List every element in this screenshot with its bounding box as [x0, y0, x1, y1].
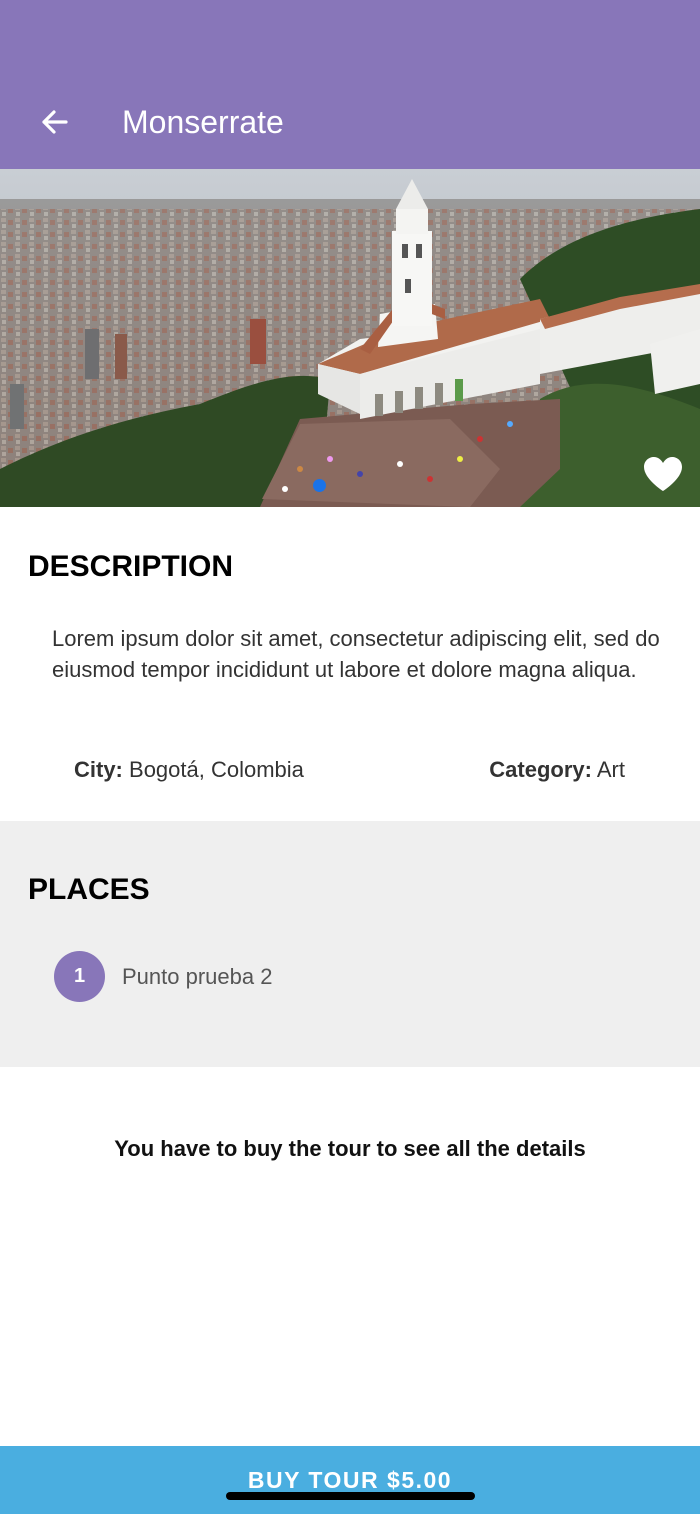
carousel-pager-dot[interactable] [313, 479, 326, 492]
favorite-button[interactable] [638, 449, 688, 499]
description-text: Lorem ipsum dolor sit amet, consectetur … [52, 626, 660, 682]
place-list-item[interactable]: 1 Punto prueba 2 [54, 951, 272, 1002]
category-value: Art [596, 757, 625, 782]
places-section: PLACES 1 Punto prueba 2 [0, 821, 700, 1067]
places-heading: PLACES [28, 873, 150, 906]
hero-image-carousel[interactable] [0, 169, 700, 507]
buy-tour-button[interactable]: BUY TOUR $5.00 [0, 1446, 700, 1514]
purchase-notice: You have to buy the tour to see all the … [114, 1136, 586, 1161]
category-label: Category: [489, 757, 592, 782]
city-value: Bogotá, Colombia [129, 757, 304, 782]
place-name: Punto prueba 2 [122, 963, 273, 989]
description-heading: DESCRIPTION [28, 550, 234, 583]
home-indicator [226, 1492, 475, 1500]
buy-tour-label: BUY TOUR $5.00 [247, 1467, 453, 1493]
app-bar: Monserrate [0, 0, 700, 169]
category-info: Category: Art [489, 757, 625, 783]
city-info: City: Bogotá, Colombia [74, 757, 304, 783]
heart-icon [644, 457, 682, 491]
page-title: Monserrate [122, 104, 284, 140]
city-label: City: [74, 757, 123, 782]
place-number-badge: 1 [54, 951, 105, 1002]
back-button[interactable] [30, 98, 78, 146]
church-photo [0, 169, 700, 507]
arrow-left-icon [42, 110, 68, 134]
